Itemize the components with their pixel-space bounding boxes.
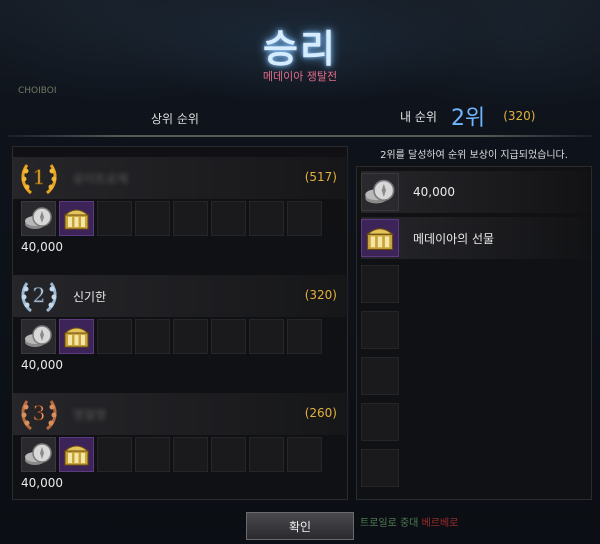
my-reward-row: 40,000 xyxy=(361,171,589,213)
treasure-chest-icon[interactable] xyxy=(59,201,94,236)
background-unit-green: 트로일로 중대 xyxy=(360,518,419,529)
empty-reward-slot xyxy=(135,437,170,472)
svg-text:2: 2 xyxy=(33,283,46,307)
confirm-button[interactable]: 확인 xyxy=(246,512,354,540)
my-ranking-value: 2위 xyxy=(450,106,486,131)
my-reward-label: 40,000 xyxy=(413,185,455,199)
empty-reward-slot xyxy=(211,437,246,472)
event-subtitle: 메데이아 쟁탈전 xyxy=(262,70,338,83)
empty-reward-slot xyxy=(361,449,399,487)
silver-coins-icon[interactable] xyxy=(21,201,56,236)
reward-amount: 40,000 xyxy=(21,358,63,372)
my-reward-list: 40,000 메데이아의 선물 xyxy=(356,166,592,500)
silver-coins-icon[interactable] xyxy=(21,319,56,354)
rank-entry-name: 신기한 xyxy=(73,290,107,304)
svg-text:3: 3 xyxy=(33,401,46,425)
empty-reward-slot xyxy=(173,319,208,354)
empty-reward-slot xyxy=(135,319,170,354)
my-reward-row-empty xyxy=(361,309,589,351)
rank-entry-header: 2 신기한 (320) xyxy=(13,275,349,317)
svg-text:1: 1 xyxy=(33,165,46,189)
treasure-chest-icon[interactable] xyxy=(59,319,94,354)
background-unit-red: 베르베로 xyxy=(421,518,459,529)
bronze-laurel-medal-icon: 3 xyxy=(19,393,59,435)
rank-entry-3: 3 명월명 (260) 40,000 xyxy=(13,383,349,499)
my-reward-row-empty xyxy=(361,447,589,489)
reward-notice: 2위를 달성하여 순위 보상이 지급되었습니다. xyxy=(380,150,568,161)
rank-entry-points: (260) xyxy=(304,406,337,420)
victory-panel: 승리 메데이아 쟁탈전 CHOIBOI 상위 순위 내 순위 2위 (320) … xyxy=(0,0,600,544)
empty-reward-slot xyxy=(361,357,399,395)
reward-amount: 40,000 xyxy=(21,476,63,490)
reward-slots xyxy=(21,201,322,236)
silver-coins-icon[interactable] xyxy=(361,173,399,211)
corner-tag: CHOIBOI xyxy=(18,86,57,96)
empty-reward-slot xyxy=(287,437,322,472)
rank-entry-points: (517) xyxy=(304,170,337,184)
empty-reward-slot xyxy=(211,201,246,236)
empty-reward-slot xyxy=(97,319,132,354)
gold-laurel-medal-icon: 1 xyxy=(19,157,59,199)
empty-reward-slot xyxy=(249,201,284,236)
my-ranking-label: 내 순위 xyxy=(400,109,437,124)
rank-entry-name: 유이트로제 xyxy=(73,172,129,186)
empty-reward-slot xyxy=(361,265,399,303)
empty-reward-slot xyxy=(135,201,170,236)
my-reward-row-empty xyxy=(361,263,589,305)
empty-reward-slot xyxy=(287,201,322,236)
empty-reward-slot xyxy=(97,201,132,236)
reward-amount: 40,000 xyxy=(21,240,63,254)
silver-coins-icon[interactable] xyxy=(21,437,56,472)
silver-laurel-medal-icon: 2 xyxy=(19,275,59,317)
empty-reward-slot xyxy=(249,319,284,354)
empty-reward-slot xyxy=(97,437,132,472)
empty-reward-slot xyxy=(173,437,208,472)
treasure-chest-icon[interactable] xyxy=(59,437,94,472)
reward-slots xyxy=(21,319,322,354)
rank-entry-header: 1 유이트로제 (517) xyxy=(13,157,349,199)
rank-entry-header: 3 명월명 (260) xyxy=(13,393,349,435)
my-reward-row-empty xyxy=(361,401,589,443)
top-ranking-title: 상위 순위 xyxy=(151,112,199,126)
my-ranking-header: 내 순위 2위 (320) xyxy=(400,100,535,132)
empty-reward-slot xyxy=(361,403,399,441)
empty-reward-slot xyxy=(249,437,284,472)
my-reward-label: 메데이아의 선물 xyxy=(413,231,495,246)
my-ranking-points: (320) xyxy=(503,109,536,123)
rank-entry-name: 명월명 xyxy=(73,408,107,422)
my-reward-row-empty xyxy=(361,355,589,397)
background-unit-tag: 트로일로 중대 베르베로 xyxy=(360,514,458,529)
header-divider xyxy=(8,135,592,137)
empty-reward-slot xyxy=(173,201,208,236)
rank-entry-2: 2 신기한 (320) 40,000 xyxy=(13,265,349,381)
reward-slots xyxy=(21,437,322,472)
victory-title: 승리 xyxy=(263,27,337,71)
empty-reward-slot xyxy=(361,311,399,349)
treasure-chest-icon[interactable] xyxy=(361,219,399,257)
my-reward-row: 메데이아의 선물 xyxy=(361,217,589,259)
top-ranking-list: 1 유이트로제 (517) 40,000 2 신기한 (320) 40,000 … xyxy=(12,146,349,500)
empty-reward-slot xyxy=(287,319,322,354)
rank-entry-1: 1 유이트로제 (517) 40,000 xyxy=(13,147,349,263)
empty-reward-slot xyxy=(211,319,246,354)
rank-entry-points: (320) xyxy=(304,288,337,302)
